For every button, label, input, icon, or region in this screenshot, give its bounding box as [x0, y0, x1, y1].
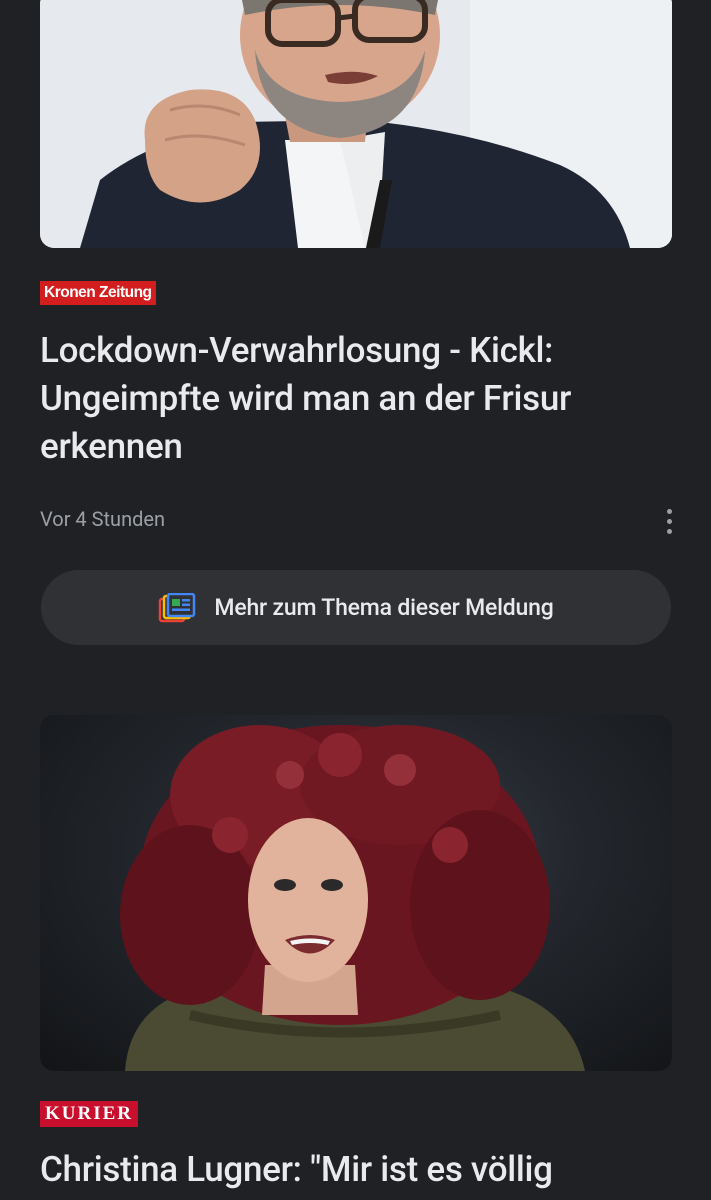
article-headline[interactable]: Christina Lugner: "Mir ist es völlig — [40, 1146, 685, 1194]
full-coverage-button[interactable]: Mehr zum Thema dieser Meldung — [41, 570, 671, 645]
full-coverage-icon — [159, 592, 196, 622]
article-image-lugner[interactable] — [40, 715, 672, 1071]
article-image-kickl[interactable] — [40, 0, 672, 248]
full-coverage-label: Mehr zum Thema dieser Meldung — [214, 594, 554, 621]
more-vert-icon — [666, 508, 672, 514]
news-feed: Kronen Zeitung Lockdown-Verwahrlosung - … — [0, 0, 711, 1200]
more-options-button[interactable] — [656, 503, 682, 539]
article-timestamp: Vor 4 Stunden — [40, 507, 166, 531]
source-logo-kronen-zeitung[interactable]: Kronen Zeitung — [40, 281, 156, 305]
press-photo-man — [40, 0, 672, 248]
article-headline[interactable]: Lockdown-Verwahrlosung - Kickl: Ungeimpf… — [40, 327, 685, 471]
portrait-photo-woman — [120, 725, 585, 1071]
source-logo-kurier[interactable]: KURIER — [40, 1101, 139, 1127]
